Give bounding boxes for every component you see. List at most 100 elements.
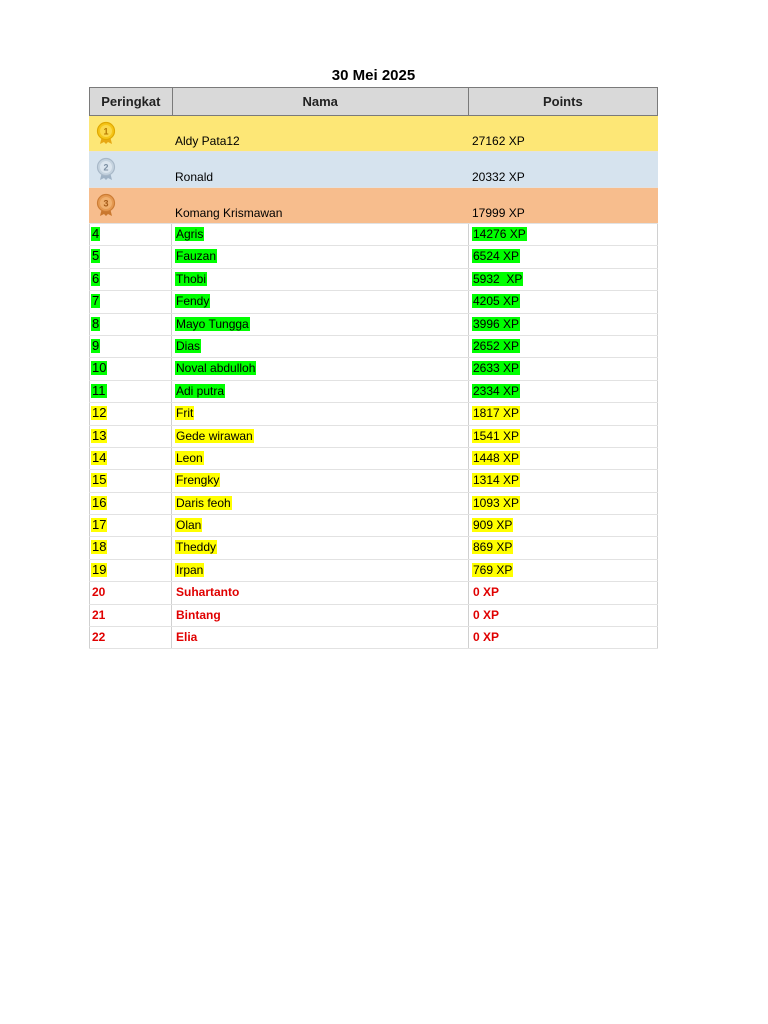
name-cell: Irpan — [172, 559, 469, 582]
rank-cell: 16 — [89, 492, 172, 515]
player-name: Daris feoh — [175, 495, 232, 510]
ranking-rows: 4 Agris 14276 XP 5 Fauzan 6524 XP 6 Thobi 5932 X… — [89, 224, 658, 650]
table-row: 17 Olan 909 XP — [89, 515, 658, 538]
player-points: 1448 XP — [472, 450, 521, 465]
table-row: 9 Dias 2652 XP — [89, 335, 658, 359]
player-rank: 4 — [91, 226, 101, 241]
points-cell: 909 XP — [469, 515, 658, 537]
points-cell: 2633 XP — [469, 358, 658, 380]
player-points: 869 XP — [472, 540, 514, 555]
table-row: 8 Mayo Tungga 3996 XP — [89, 313, 658, 336]
points-cell: 27162 XP — [469, 116, 658, 151]
points-cell: 2652 XP — [469, 335, 658, 358]
points-cell: 17999 XP — [469, 188, 658, 223]
player-points: 14276 XP — [472, 227, 527, 241]
leaderboard-table: Peringkat Nama Points 1 Aldy Pata12 2716… — [89, 87, 658, 650]
player-points: 0 XP — [473, 607, 500, 622]
player-points: 5932 XP — [472, 271, 524, 286]
table-row-rank-2: 2 Ronald 20332 XP — [89, 152, 658, 188]
name-cell: Bintang — [172, 604, 469, 627]
points-cell: 6524 XP — [469, 246, 658, 268]
player-name: Elia — [176, 630, 198, 645]
player-rank: 21 — [92, 607, 106, 622]
table-header: Peringkat Nama Points — [89, 87, 658, 116]
name-cell: Fendy — [172, 291, 469, 313]
player-points: 4205 XP — [472, 294, 521, 309]
player-points: 909 XP — [472, 518, 514, 533]
table-row: 18 Theddy 869 XP — [89, 537, 658, 560]
name-cell: Mayo Tungga — [172, 313, 469, 335]
rank-cell: 12 — [89, 403, 172, 425]
table-row: 15 Frengky 1314 XP — [89, 470, 658, 493]
table-row-rank-1: 1 Aldy Pata12 27162 XP — [89, 116, 658, 152]
rank-cell: 21 — [89, 604, 172, 627]
player-rank: 19 — [91, 561, 108, 577]
points-cell: 20332 XP — [469, 152, 658, 187]
player-points: 1817 XP — [472, 406, 521, 421]
table-row: 6 Thobi 5932 XP — [89, 268, 658, 292]
rank-cell: 17 — [89, 515, 172, 537]
table-row-rank-3: 3 Komang Krismawan 17999 XP — [89, 188, 658, 224]
player-points: 2652 XP — [472, 338, 521, 353]
player-points: 0 XP — [473, 585, 500, 600]
name-cell: Suhartanto — [172, 582, 469, 604]
table-row: 16 Daris feoh 1093 XP — [89, 492, 658, 516]
points-cell: 4205 XP — [469, 291, 658, 313]
name-cell: Dias — [172, 335, 469, 358]
player-points: 20332 XP — [472, 170, 525, 184]
points-cell: 1093 XP — [469, 492, 658, 515]
name-cell: Theddy — [172, 537, 469, 559]
player-name: Theddy — [175, 540, 218, 555]
name-cell: Elia — [172, 627, 469, 649]
name-cell: Komang Krismawan — [172, 188, 469, 223]
player-name: Fendy — [175, 294, 211, 309]
table-row: 5 Fauzan 6524 XP — [89, 246, 658, 269]
table-row: 14 Leon 1448 XP — [89, 447, 658, 471]
rank-cell: 9 — [89, 335, 172, 358]
player-name: Frengky — [175, 473, 221, 488]
svg-text:1: 1 — [103, 127, 108, 137]
player-rank: 6 — [91, 270, 101, 286]
name-cell: Olan — [172, 515, 469, 537]
player-name: Mayo Tungga — [175, 316, 250, 331]
points-cell: 869 XP — [469, 537, 658, 559]
page-title: 30 Mei 2025 — [331, 67, 416, 84]
name-cell: Aldy Pata12 — [172, 116, 469, 151]
player-points: 27162 XP — [472, 134, 525, 148]
rank-cell: 10 — [89, 358, 172, 380]
points-cell: 1817 XP — [469, 403, 658, 425]
table-row: 21 Bintang 0 XP — [89, 604, 658, 628]
name-cell: Agris — [172, 224, 469, 246]
player-points: 6524 XP — [472, 249, 521, 264]
player-name: Komang Krismawan — [175, 206, 283, 220]
player-name: Olan — [175, 518, 203, 533]
table-row: 22 Elia 0 XP — [89, 627, 658, 650]
player-rank: 16 — [91, 494, 108, 510]
rank-cell: 3 — [89, 188, 172, 223]
player-name: Aldy Pata12 — [175, 134, 240, 148]
player-name: Adi putra — [175, 383, 226, 398]
name-cell: Ronald — [172, 152, 469, 187]
rank-cell: 18 — [89, 537, 172, 559]
rank-cell: 13 — [89, 425, 172, 447]
player-name: Agris — [175, 227, 205, 241]
points-cell: 2334 XP — [469, 380, 658, 403]
name-cell: Frengky — [172, 470, 469, 492]
player-rank: 10 — [91, 360, 108, 376]
name-cell: Frit — [172, 403, 469, 425]
player-rank: 20 — [92, 585, 106, 600]
player-rank: 17 — [91, 517, 108, 533]
player-name: Thobi — [175, 271, 208, 286]
player-name: Suhartanto — [176, 585, 240, 600]
table-row: 7 Fendy 4205 XP — [89, 291, 658, 314]
player-name: Noval abdulloh — [175, 361, 257, 376]
header-rank: Peringkat — [90, 88, 173, 115]
points-cell: 0 XP — [469, 604, 658, 627]
points-cell: 1448 XP — [469, 447, 658, 470]
player-points: 2633 XP — [472, 361, 521, 376]
points-cell: 0 XP — [469, 627, 658, 649]
player-rank: 7 — [91, 293, 101, 309]
silver-medal-icon: 2 — [96, 157, 116, 180]
player-rank: 13 — [91, 427, 108, 443]
rank-cell: 5 — [89, 246, 172, 268]
